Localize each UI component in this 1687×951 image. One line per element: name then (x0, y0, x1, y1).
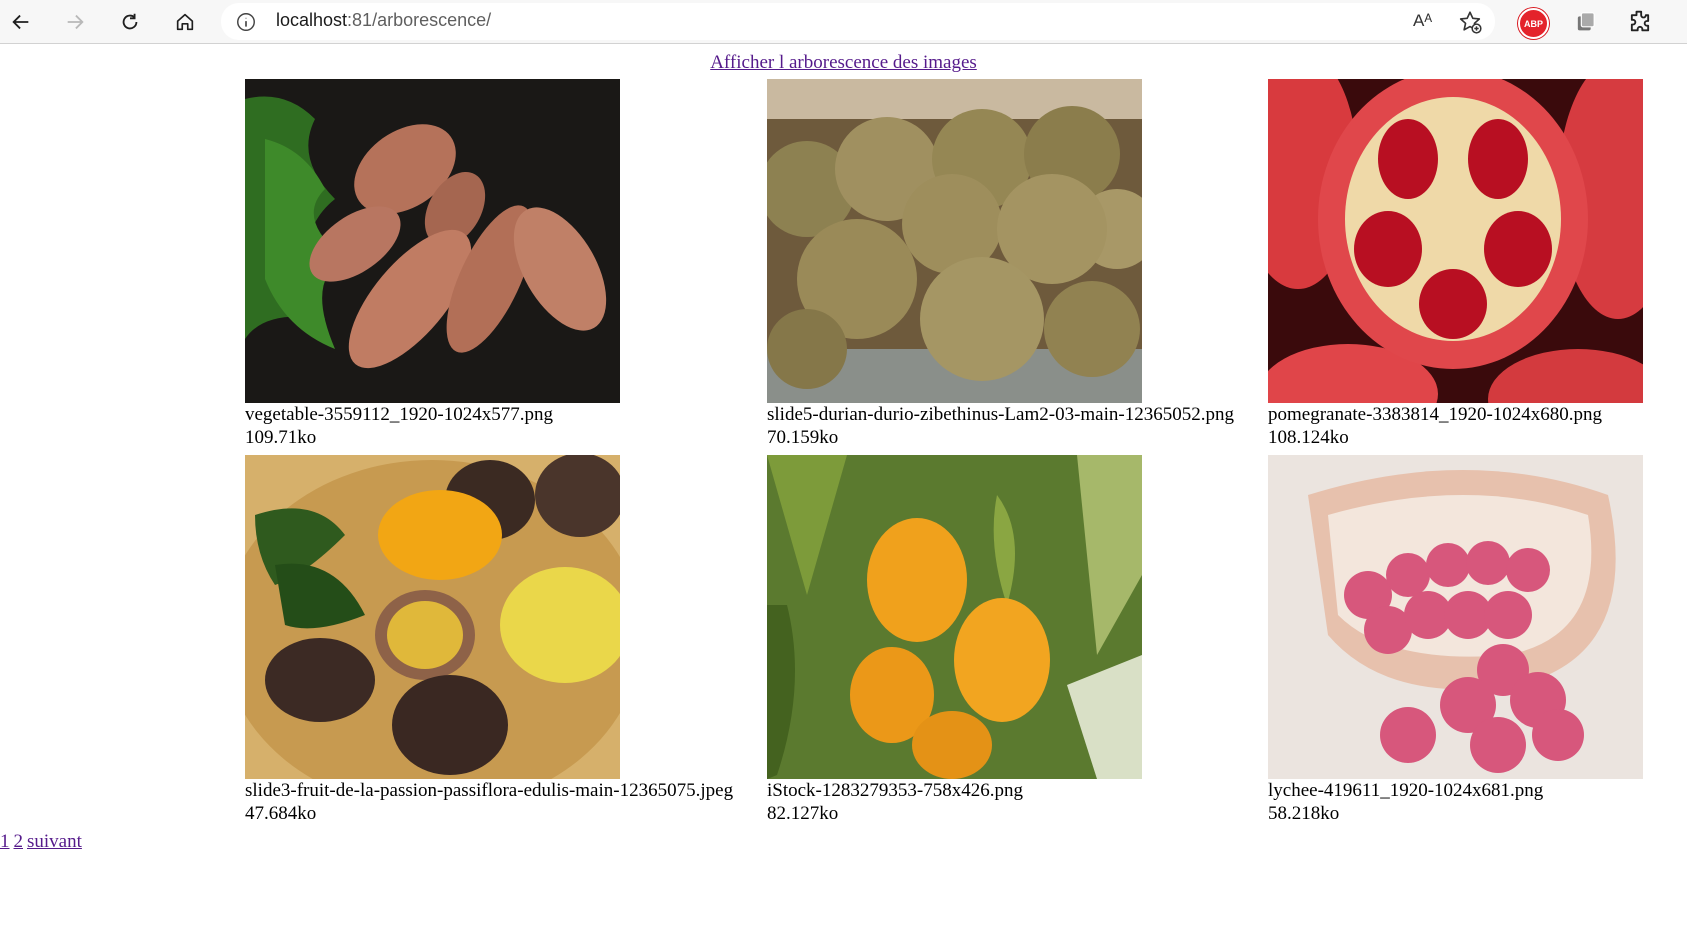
image-size: 58.218ko (1268, 803, 1340, 824)
image-size: 108.124ko (1268, 427, 1349, 448)
image-filename: lychee-419611_1920-1024x681.png (1268, 780, 1544, 801)
home-button[interactable] (168, 5, 202, 39)
image-size: 109.71ko (245, 427, 317, 448)
adblock-icon[interactable]: ABP (1518, 8, 1549, 39)
url-host: localhost (276, 10, 348, 30)
reload-button[interactable] (113, 5, 147, 39)
browser-toolbar: localhost:81/arborescence/ Aᴬ ABP (0, 0, 1687, 44)
image-card: slide5-durian-durio-zibethinus-Lam2-03-m… (767, 79, 1267, 449)
url-path: :81/arborescence/ (347, 10, 492, 30)
image-filename: slide5-durian-durio-zibethinus-Lam2-03-m… (767, 404, 1234, 425)
address-url[interactable]: localhost:81/arborescence/ (276, 10, 491, 31)
image-size: 70.159ko (767, 427, 839, 448)
image-filename: vegetable-3559112_1920-1024x577.png (245, 404, 553, 425)
image-card: vegetable-3559112_1920-1024x577.png 109.… (245, 79, 745, 449)
home-icon (176, 13, 194, 31)
page-1-link[interactable]: 1 (0, 831, 10, 852)
address-bar[interactable]: localhost:81/arborescence/ Aᴬ (221, 3, 1495, 40)
image-card: lychee-419611_1920-1024x681.png 58.218ko (1268, 455, 1687, 825)
image-size: 47.684ko (245, 803, 317, 824)
back-button[interactable] (4, 5, 38, 39)
image-filename: iStock-1283279353-758x426.png (767, 780, 1023, 801)
next-page-link[interactable]: suivant (27, 831, 82, 852)
sweet-potato-image[interactable] (245, 79, 620, 403)
oranges-on-tree-image[interactable] (767, 455, 1142, 779)
info-icon[interactable] (235, 11, 257, 33)
durian-image[interactable] (767, 79, 1142, 403)
pomegranate-image[interactable] (1268, 79, 1643, 403)
image-card: iStock-1283279353-758x426.png 82.127ko (767, 455, 1267, 825)
lychee-image[interactable] (1268, 455, 1643, 779)
tree-view-link[interactable]: Afficher l arborescence des images (710, 52, 977, 73)
image-filename: pomegranate-3383814_1920-1024x680.png (1268, 404, 1603, 425)
extensions-icon[interactable] (1626, 7, 1654, 35)
forward-button[interactable] (58, 5, 92, 39)
image-card: slide3-fruit-de-la-passion-passiflora-ed… (245, 455, 745, 825)
forward-icon (67, 14, 84, 30)
passion-fruit-image[interactable] (245, 455, 620, 779)
page-2-link[interactable]: 2 (14, 831, 24, 852)
read-aloud-icon[interactable]: Aᴬ (1413, 11, 1432, 31)
top-link-container: Afficher l arborescence des images (0, 52, 1687, 74)
image-size: 82.127ko (767, 803, 839, 824)
image-card: pomegranate-3383814_1920-1024x680.png 10… (1268, 79, 1687, 449)
pagination: 1 2 suivant (0, 831, 86, 853)
reload-icon (122, 13, 138, 30)
favorite-add-icon[interactable] (1457, 9, 1483, 35)
image-filename: slide3-fruit-de-la-passion-passiflora-ed… (245, 780, 734, 801)
back-icon (12, 14, 29, 30)
collections-icon[interactable] (1572, 7, 1600, 35)
